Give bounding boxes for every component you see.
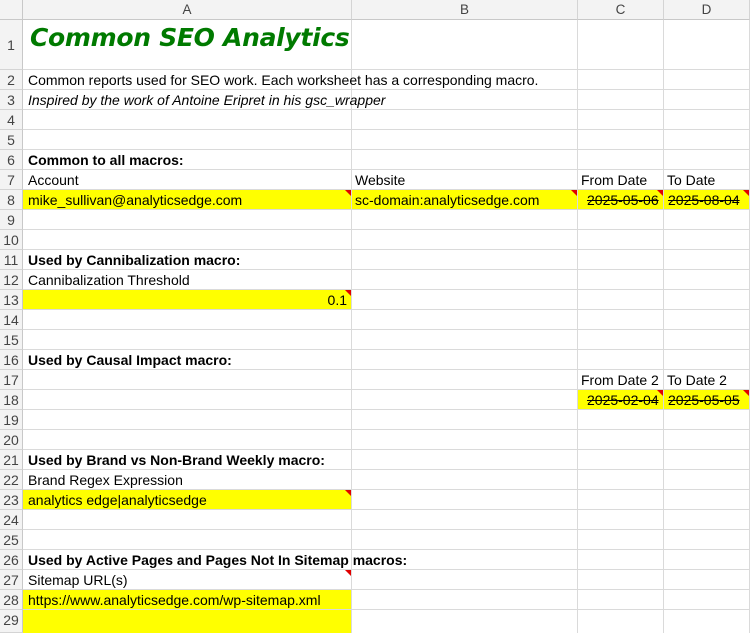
row-header[interactable]: 6 [0, 150, 23, 170]
row-header[interactable]: 2 [0, 70, 23, 90]
brand-regex-label[interactable]: Brand Regex Expression [28, 470, 183, 490]
gridline [23, 329, 750, 330]
comment-indicator-icon[interactable] [743, 390, 749, 396]
row-header[interactable]: 20 [0, 430, 23, 450]
row-header[interactable]: 28 [0, 590, 23, 610]
comment-indicator-icon[interactable] [743, 190, 749, 196]
website-input[interactable]: sc-domain:analyticsedge.com [355, 190, 539, 210]
row-header[interactable]: 27 [0, 570, 23, 590]
row-header[interactable]: 12 [0, 270, 23, 290]
row-header[interactable]: 19 [0, 410, 23, 430]
row-header[interactable]: 18 [0, 390, 23, 410]
sitemap-label[interactable]: Sitemap URL(s) [28, 570, 128, 590]
row-header[interactable]: 25 [0, 530, 23, 550]
comment-indicator-icon[interactable] [657, 390, 663, 396]
row-header[interactable]: 16 [0, 350, 23, 370]
row-header[interactable]: 23 [0, 490, 23, 510]
comment-indicator-icon[interactable] [345, 570, 351, 576]
row-header[interactable]: 9 [0, 210, 23, 230]
cannibalization-label[interactable]: Cannibalization Threshold [28, 270, 190, 290]
row-header[interactable]: 10 [0, 230, 23, 250]
to-date-label[interactable]: To Date [667, 170, 715, 190]
gridline [663, 20, 664, 633]
row-header[interactable]: 13 [0, 290, 23, 310]
row-header[interactable]: 3 [0, 90, 23, 110]
sheet-title[interactable]: Common SEO Analytics [30, 23, 350, 52]
cannibalization-section-header[interactable]: Used by Cannibalization macro: [28, 250, 240, 270]
gridline [23, 429, 750, 430]
row-header[interactable]: 4 [0, 110, 23, 130]
row-header[interactable]: 29 [0, 610, 23, 633]
row-header[interactable]: 15 [0, 330, 23, 350]
row-header[interactable]: 5 [0, 130, 23, 150]
gridline [577, 20, 578, 633]
comment-indicator-icon[interactable] [345, 190, 351, 196]
gridline [23, 129, 750, 130]
row-header[interactable]: 8 [0, 190, 23, 210]
brand-regex-input[interactable]: analytics edge|analyticsedge [28, 490, 207, 510]
column-header-c[interactable]: C [578, 0, 664, 20]
column-header-d[interactable]: D [664, 0, 750, 20]
column-header-b[interactable]: B [352, 0, 578, 20]
row-header[interactable]: 17 [0, 370, 23, 390]
from-date-label[interactable]: From Date [581, 170, 647, 190]
website-label[interactable]: Website [355, 170, 405, 190]
row-header[interactable]: 7 [0, 170, 23, 190]
column-header-a[interactable]: A [23, 0, 352, 20]
to-date-input[interactable]: 2025-08-04 [668, 190, 740, 210]
sitemap-url-input[interactable]: https://www.analyticsedge.com/wp-sitemap… [28, 590, 321, 610]
gridline [23, 529, 750, 530]
description-cell[interactable]: Common reports used for SEO work. Each w… [28, 70, 538, 90]
sitemap-section-header[interactable]: Used by Active Pages and Pages Not In Si… [28, 550, 407, 570]
row-header[interactable]: 14 [0, 310, 23, 330]
gridline [23, 229, 750, 230]
account-label[interactable]: Account [28, 170, 79, 190]
row-header[interactable]: 11 [0, 250, 23, 270]
row-header[interactable]: 24 [0, 510, 23, 530]
select-all-corner[interactable] [0, 0, 23, 20]
row-header[interactable]: 22 [0, 470, 23, 490]
comment-indicator-icon[interactable] [571, 190, 577, 196]
brand-section-header[interactable]: Used by Brand vs Non-Brand Weekly macro: [28, 450, 325, 470]
to-date-2-input[interactable]: 2025-05-05 [668, 390, 740, 410]
spreadsheet-grid: A B C D 1 2 3 4 5 6 7 8 9 10 11 12 13 14… [0, 0, 750, 633]
common-section-header[interactable]: Common to all macros: [28, 150, 184, 170]
comment-indicator-icon[interactable] [345, 290, 351, 296]
causal-section-header[interactable]: Used by Causal Impact macro: [28, 350, 232, 370]
account-input[interactable]: mike_sullivan@analyticsedge.com [28, 190, 242, 210]
to-date-2-label[interactable]: To Date 2 [667, 370, 727, 390]
comment-indicator-icon[interactable] [657, 190, 663, 196]
from-date-2-label[interactable]: From Date 2 [581, 370, 659, 390]
comment-indicator-icon[interactable] [345, 490, 351, 496]
row-header[interactable]: 26 [0, 550, 23, 570]
row-header[interactable]: 1 [0, 20, 23, 70]
row-header[interactable]: 21 [0, 450, 23, 470]
from-date-2-input[interactable]: 2025-02-04 [587, 390, 659, 410]
cannibalization-threshold-input[interactable]: 0.1 [23, 290, 347, 310]
from-date-input[interactable]: 2025-05-06 [587, 190, 659, 210]
gridline [351, 20, 352, 70]
inspired-cell[interactable]: Inspired by the work of Antoine Eripret … [28, 90, 385, 110]
